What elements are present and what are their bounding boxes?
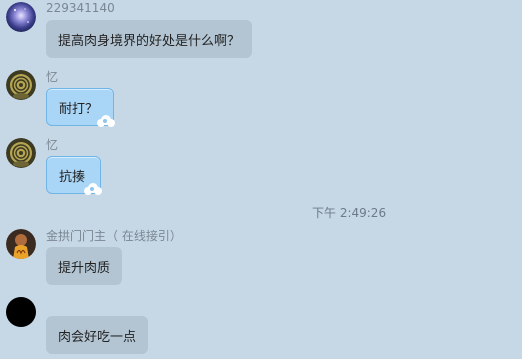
message-text: 肉会好吃一点 — [58, 329, 137, 345]
sender-name: 229341140 — [46, 1, 115, 15]
golden-arches-avatar[interactable] — [6, 229, 36, 259]
galaxy-avatar[interactable] — [6, 2, 36, 32]
sender-name: 忆 — [46, 70, 59, 84]
chat-area: 229341140 提高肉身境界的好处是什么啊？ 忆 耐打？ 忆 抗揍 下午 2… — [0, 0, 522, 359]
message-bubble[interactable]: 提高肉身境界的好处是什么啊？ — [46, 20, 253, 58]
sender-name: 金拱门门主（ 在线接引） — [46, 229, 182, 243]
message-text: 提升肉质 — [58, 260, 111, 276]
message-bubble[interactable]: 抗揍 — [46, 156, 102, 195]
cloud-decoration-icon — [84, 183, 102, 195]
message-bubble[interactable]: 耐打？ — [46, 88, 115, 127]
message-bubble[interactable]: 提升肉质 — [46, 247, 123, 285]
sender-name: 忆 — [46, 138, 59, 152]
cloud-decoration-icon — [97, 115, 115, 127]
message-bubble[interactable]: 肉会好吃一点 — [46, 316, 149, 354]
swirl-avatar[interactable] — [6, 70, 36, 100]
message-text: 提高肉身境界的好处是什么啊？ — [58, 33, 241, 49]
swirl-avatar[interactable] — [6, 138, 36, 168]
black-avatar[interactable] — [6, 297, 36, 327]
message-text: 耐打？ — [59, 101, 99, 117]
message-timestamp: 下午 2:49:26 — [312, 206, 387, 220]
